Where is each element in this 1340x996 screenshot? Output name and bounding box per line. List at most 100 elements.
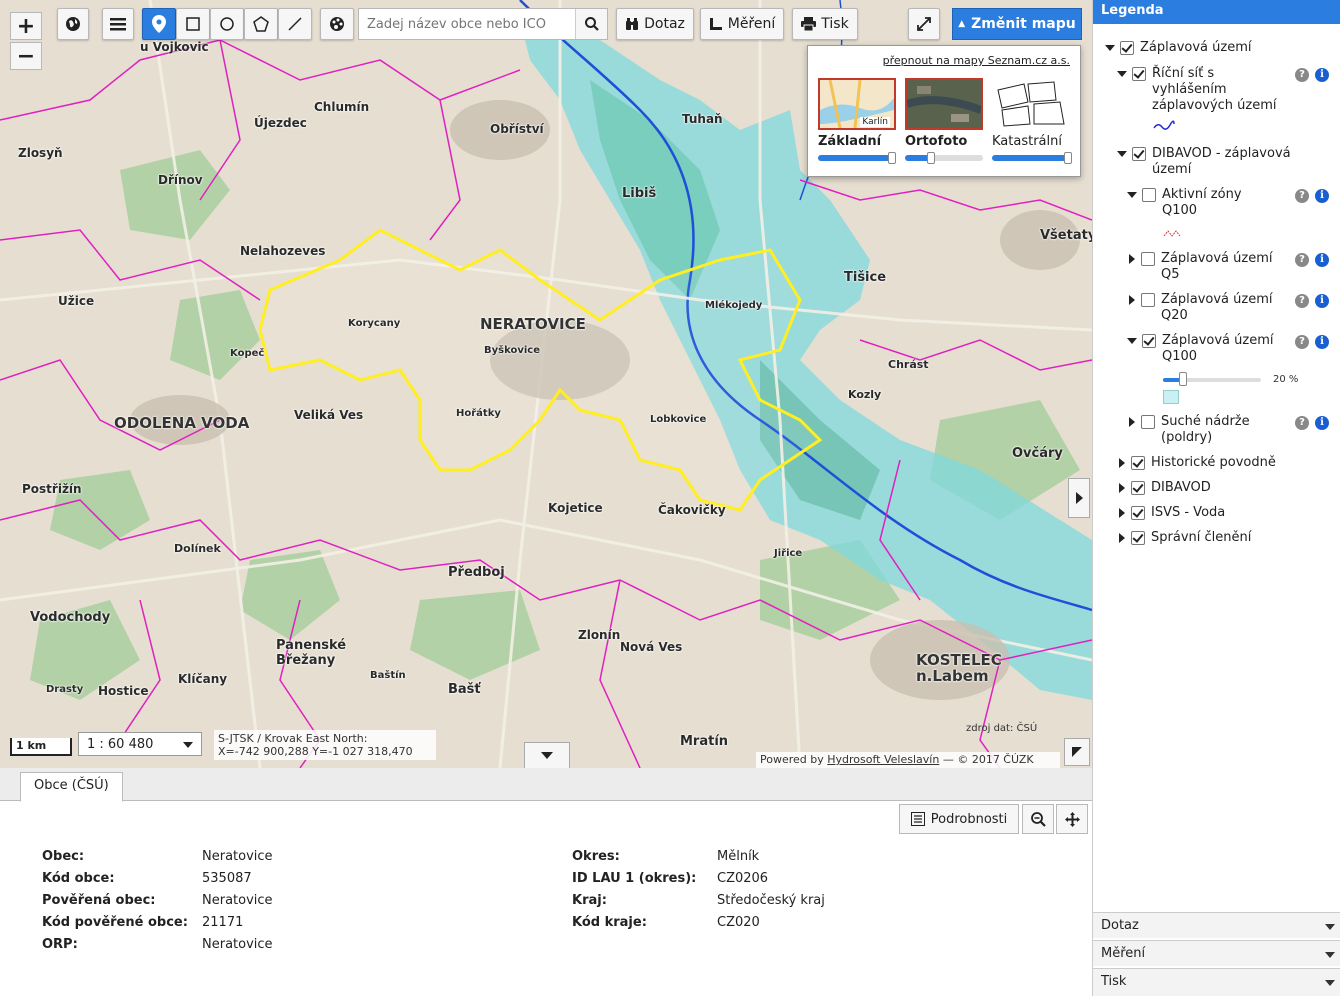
legend-item[interactable]: Říční síť s vyhlášením záplavových území — [1117, 66, 1287, 114]
info-icon[interactable]: i — [1315, 189, 1329, 203]
change-map-button[interactable]: ▲ Změnit mapu — [952, 8, 1082, 40]
opacity-handle[interactable] — [1179, 372, 1187, 386]
expand-icon[interactable] — [1105, 45, 1115, 51]
info-icon[interactable]: i — [1315, 68, 1329, 82]
layer-checkbox[interactable] — [1131, 506, 1145, 520]
place-label: Dolínek — [174, 542, 221, 555]
legend-item[interactable]: Záplavová území — [1105, 40, 1251, 56]
help-icon[interactable]: ? — [1295, 335, 1309, 349]
measure-button[interactable]: Měření — [700, 8, 784, 40]
expand-icon[interactable] — [1117, 151, 1127, 157]
expand-icon[interactable] — [1129, 295, 1135, 305]
info-icon[interactable]: i — [1315, 253, 1329, 267]
help-icon[interactable]: ? — [1295, 294, 1309, 308]
select-line-button[interactable] — [278, 8, 312, 40]
legend-item[interactable]: Záplavová území Q5 — [1127, 251, 1287, 283]
tab-obce[interactable]: Obce (ČSÚ) — [20, 772, 123, 802]
layer-checkbox[interactable] — [1132, 67, 1146, 81]
expand-icon[interactable] — [1119, 483, 1125, 493]
accordion-query[interactable]: Dotaz — [1093, 912, 1340, 938]
details-button[interactable]: Podrobnosti — [899, 804, 1019, 834]
pan-to-feature-button[interactable] — [1056, 804, 1088, 834]
scale-value: 1 : 60 480 — [87, 736, 154, 752]
info-icon[interactable]: i — [1315, 416, 1329, 430]
legend-item[interactable]: Suché nádrže (poldry) — [1127, 414, 1287, 446]
seznam-maps-link[interactable]: přepnout na mapy Seznam.cz a.s. — [883, 54, 1070, 67]
legend-item[interactable]: Správní členění — [1117, 530, 1251, 546]
layer-checkbox[interactable] — [1132, 147, 1146, 161]
toggle-detail-panel-button[interactable] — [524, 742, 570, 768]
select-circle-button[interactable] — [210, 8, 244, 40]
basemap-thumbnail — [905, 78, 983, 130]
layer-checkbox[interactable] — [1131, 481, 1145, 495]
info-icon[interactable]: i — [1315, 335, 1329, 349]
legend-item[interactable]: Aktivní zóny Q100 — [1127, 187, 1287, 219]
layer-checkbox[interactable] — [1142, 334, 1156, 348]
layer-opacity-slider[interactable] — [1163, 378, 1261, 382]
legend-item[interactable]: ISVS - Voda — [1117, 505, 1225, 521]
map-canvas[interactable]: u Vojkovic Chlumín Újezdec Obříství Tuha… — [0, 0, 1092, 768]
layer-checkbox[interactable] — [1142, 188, 1156, 202]
basemap-cadastral[interactable]: Katastrální — [992, 78, 1072, 164]
attribute-row: Pověřená obec: — [42, 890, 188, 912]
layer-checkbox[interactable] — [1120, 41, 1134, 55]
zoom-out-button[interactable]: − — [10, 42, 42, 70]
zoom-to-feature-button[interactable] — [1022, 804, 1054, 834]
overview-map-button[interactable] — [1064, 738, 1090, 766]
toggle-legend-button[interactable] — [1068, 478, 1090, 518]
layer-checkbox[interactable] — [1131, 456, 1145, 470]
legend-item[interactable]: Záplavová území Q100 — [1127, 333, 1287, 365]
layer-label: ISVS - Voda — [1151, 505, 1226, 520]
layer-checkbox[interactable] — [1141, 415, 1155, 429]
search-icon — [584, 17, 599, 31]
query-button[interactable]: Dotaz — [616, 8, 694, 40]
expand-icon[interactable] — [1119, 508, 1125, 518]
print-button[interactable]: Tisk — [792, 8, 858, 40]
layer-label: Suché nádrže (poldry) — [1161, 414, 1250, 445]
help-icon[interactable]: ? — [1295, 253, 1309, 267]
expand-icon[interactable] — [1119, 458, 1125, 468]
expand-icon[interactable] — [1129, 417, 1135, 427]
basemap-ortho[interactable]: Ortofoto — [905, 78, 983, 164]
help-icon[interactable]: ? — [1295, 189, 1309, 203]
expand-icon[interactable] — [1117, 71, 1127, 77]
help-icon[interactable]: ? — [1295, 416, 1309, 430]
layer-checkbox[interactable] — [1131, 531, 1145, 545]
help-icon[interactable]: ? — [1295, 68, 1309, 82]
search-input[interactable] — [359, 9, 575, 39]
layers-menu-button[interactable] — [102, 8, 134, 40]
palette-button[interactable] — [320, 8, 354, 40]
scale-select[interactable]: 1 : 60 480 — [78, 732, 202, 756]
hydrosoft-link[interactable]: Hydrosoft Veleslavín — [827, 753, 939, 766]
info-icon[interactable]: i — [1315, 294, 1329, 308]
zoom-in-button[interactable]: + — [10, 12, 42, 40]
legend-item[interactable]: DIBAVOD — [1117, 480, 1211, 496]
layer-checkbox[interactable] — [1141, 252, 1155, 266]
zoom-magnifier-icon — [1030, 811, 1046, 827]
legend-item[interactable]: DIBAVOD - záplavová území — [1117, 146, 1317, 178]
accordion-print[interactable]: Tisk — [1093, 968, 1340, 996]
layer-checkbox[interactable] — [1141, 293, 1155, 307]
globe-button[interactable] — [57, 8, 89, 40]
identify-point-button[interactable] — [142, 8, 176, 40]
basemap-name: Základní — [818, 134, 882, 149]
expand-icon[interactable] — [1129, 254, 1135, 264]
expand-icon[interactable] — [1119, 533, 1125, 543]
select-rectangle-button[interactable] — [176, 8, 210, 40]
basemap-basic[interactable]: Karlín Základní — [818, 78, 896, 164]
select-polygon-button[interactable] — [244, 8, 278, 40]
basemap-opacity-slider[interactable] — [818, 152, 896, 164]
expand-icon — [917, 17, 931, 31]
expand-icon[interactable] — [1127, 338, 1137, 344]
legend-item[interactable]: Záplavová území Q20 — [1127, 292, 1287, 324]
basemap-opacity-slider[interactable] — [992, 152, 1072, 164]
attribute-values-left: Neratovice 535087 Neratovice 21171 Nerat… — [202, 846, 273, 956]
place-label: Mratín — [680, 734, 729, 749]
attribute-table-left: Obec: Kód obce: Pověřená obec: Kód pověř… — [42, 846, 188, 956]
search-button[interactable] — [575, 9, 607, 39]
fullscreen-button[interactable] — [908, 8, 940, 40]
legend-item[interactable]: Historické povodně — [1117, 455, 1276, 471]
basemap-opacity-slider[interactable] — [905, 152, 983, 164]
expand-icon[interactable] — [1127, 192, 1137, 198]
accordion-measure[interactable]: Měření — [1093, 940, 1340, 966]
